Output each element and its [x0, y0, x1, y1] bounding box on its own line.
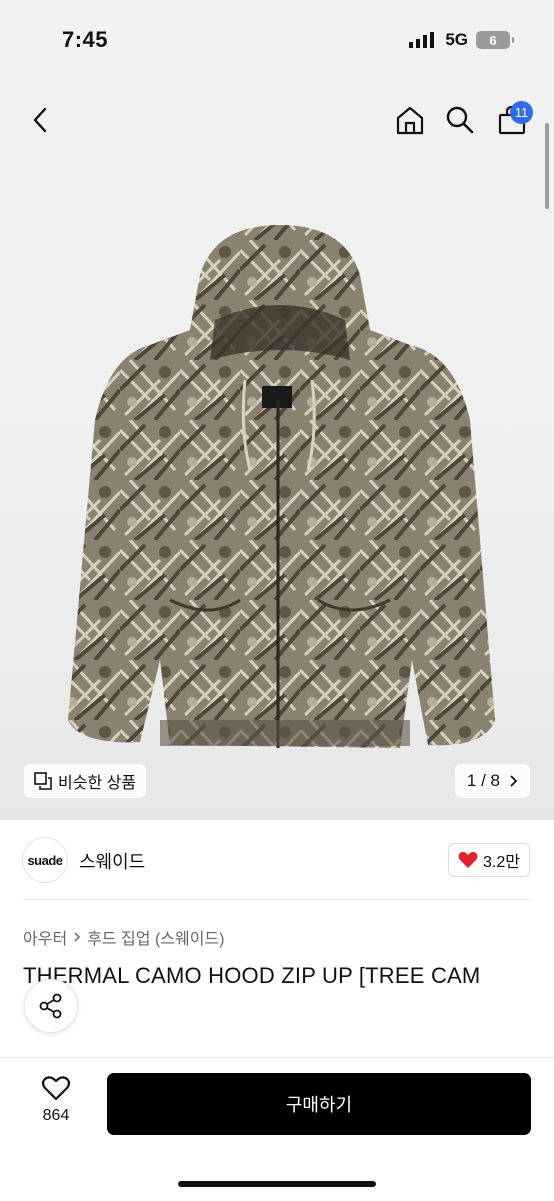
copy-icon — [34, 772, 52, 790]
brand-like-count: 3.2만 — [483, 854, 520, 871]
brand-logo[interactable]: suade — [22, 837, 68, 883]
share-icon — [39, 993, 62, 1019]
chevron-left-icon — [33, 107, 47, 133]
home-indicator — [178, 1181, 376, 1187]
network-label: 5G — [445, 30, 468, 49]
cart-count-badge: 11 — [510, 101, 533, 124]
page-indicator: 1 / 8 — [466, 771, 500, 790]
share-button[interactable] — [24, 979, 78, 1033]
back-button[interactable] — [20, 100, 60, 140]
wishlist-button[interactable]: 864 — [30, 1075, 82, 1125]
breadcrumb: 아우터 후드 집업 (스웨이드) — [23, 925, 224, 949]
status-indicators: 5G 6 — [409, 30, 514, 50]
buy-button[interactable]: 구매하기 — [107, 1073, 531, 1135]
search-icon — [446, 106, 474, 134]
chevron-right-icon — [74, 932, 81, 942]
home-icon — [396, 106, 424, 135]
home-button[interactable] — [390, 100, 430, 140]
breadcrumb-subcategory[interactable]: 후드 집업 (스웨이드) — [87, 925, 224, 949]
battery-icon: 6 — [476, 31, 514, 49]
gallery-pager[interactable]: 1 / 8 — [454, 764, 530, 798]
breadcrumb-category[interactable]: 아우터 — [23, 925, 67, 949]
divider — [22, 899, 532, 900]
similar-products-label: 비슷한 상품 — [58, 775, 137, 792]
search-button[interactable] — [440, 100, 480, 140]
similar-products-button[interactable]: 비슷한 상품 — [24, 764, 147, 798]
heart-outline-icon — [41, 1076, 71, 1101]
scrollbar[interactable] — [545, 123, 549, 209]
chevron-right-icon — [510, 775, 518, 787]
brand-name[interactable]: 스웨이드 — [79, 848, 145, 874]
brand-like-button[interactable]: 3.2만 — [448, 843, 530, 877]
heart-filled-icon — [458, 851, 478, 868]
signal-icon — [409, 32, 435, 48]
status-time: 7:45 — [62, 27, 109, 52]
product-title: THERMAL CAMO HOOD ZIP UP [TREE CAM — [23, 963, 481, 988]
wishlist-count: 864 — [42, 1107, 70, 1124]
